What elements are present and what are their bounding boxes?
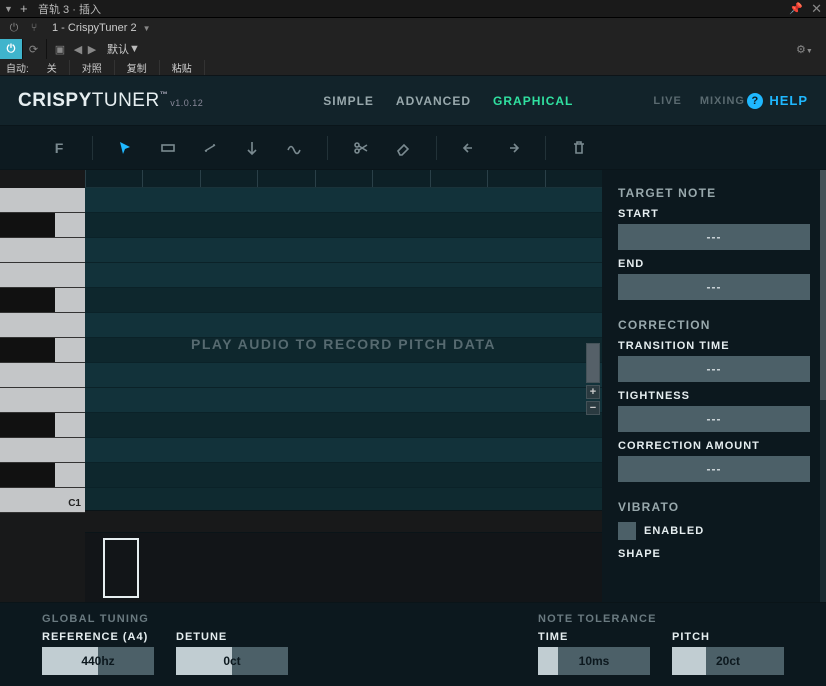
label-time: TIME <box>538 631 650 643</box>
preset-slot-select[interactable]: 1 - CrispyTuner 2 <box>52 22 137 34</box>
label-tightness: TIGHTNESS <box>618 390 810 402</box>
note-filter-button[interactable]: F <box>50 139 68 157</box>
host-window-title: 音轨 3 · 插入 <box>38 1 789 17</box>
label-detune: DETUNE <box>176 631 288 643</box>
pin-icon[interactable]: 📌 <box>789 2 803 15</box>
undo-icon[interactable] <box>461 139 479 157</box>
pitch-grid[interactable]: PLAY AUDIO TO RECORD PITCH DATA + − <box>85 188 602 510</box>
grid-placeholder: PLAY AUDIO TO RECORD PITCH DATA <box>85 336 602 352</box>
preset-name[interactable]: 默认 <box>107 41 129 57</box>
help-label: HELP <box>769 93 808 108</box>
label-amount: CORRECTION AMOUNT <box>618 440 810 452</box>
value-amount[interactable]: --- <box>618 456 810 482</box>
chevron-down-icon[interactable]: ▼ <box>143 24 151 33</box>
tab-graphical[interactable]: GRAPHICAL <box>493 94 573 108</box>
auto-off-button[interactable]: 关 <box>35 60 70 75</box>
preset-dropdown-icon[interactable]: ▼ <box>129 43 140 55</box>
plugin-bypass-button[interactable]: ⟳ <box>22 39 44 59</box>
label-enabled: ENABLED <box>644 525 704 537</box>
scissors-icon[interactable] <box>352 139 370 157</box>
host-menu-icon[interactable]: ▼ <box>4 4 14 14</box>
pointer-tool-icon[interactable] <box>117 139 135 157</box>
auto-label: 自动: <box>0 60 35 75</box>
side-scrollbar[interactable] <box>820 170 826 602</box>
next-preset-icon[interactable]: ▶ <box>85 43 99 56</box>
value-tightness[interactable]: --- <box>618 406 810 432</box>
section-target-note: TARGET NOTE <box>618 186 810 200</box>
tab-advanced[interactable]: ADVANCED <box>396 94 471 108</box>
copy-button[interactable]: 复制 <box>115 60 160 75</box>
tab-simple[interactable]: SIMPLE <box>323 94 374 108</box>
vibrato-enabled-checkbox[interactable] <box>618 522 636 540</box>
section-global-tuning: GLOBAL TUNING <box>42 613 288 625</box>
redo-icon[interactable] <box>503 139 521 157</box>
label-shape: SHAPE <box>618 548 810 560</box>
time-slider[interactable]: 10ms <box>538 647 650 675</box>
eraser-icon[interactable] <box>394 139 412 157</box>
overview-panel[interactable] <box>85 532 602 602</box>
paste-button[interactable]: 粘贴 <box>160 60 205 75</box>
compare-button[interactable]: 对照 <box>70 60 115 75</box>
detune-slider[interactable]: 0ct <box>176 647 288 675</box>
section-vibrato: VIBRATO <box>618 500 810 514</box>
label-transition: TRANSITION TIME <box>618 340 810 352</box>
vscroll-thumb[interactable] <box>586 343 600 383</box>
note-label-c1: C1 <box>68 498 81 509</box>
piano-keyboard[interactable]: C1 <box>0 170 85 602</box>
timeline-ruler[interactable] <box>85 170 602 188</box>
zoom-out-button[interactable]: − <box>586 401 600 415</box>
section-note-tolerance: NOTE TOLERANCE <box>538 613 784 625</box>
trash-icon[interactable] <box>570 139 588 157</box>
value-end[interactable]: --- <box>618 274 810 300</box>
rectangle-tool-icon[interactable] <box>159 139 177 157</box>
value-transition[interactable]: --- <box>618 356 810 382</box>
reference-slider[interactable]: 440hz <box>42 647 154 675</box>
help-button[interactable]: ? HELP <box>747 93 808 109</box>
label-start: START <box>618 208 810 220</box>
section-correction: CORRECTION <box>618 318 810 332</box>
horizontal-scrollbar[interactable] <box>85 510 602 532</box>
tab-live[interactable]: LIVE <box>653 95 681 107</box>
pitch-slider[interactable]: 20ct <box>672 647 784 675</box>
value-start[interactable]: --- <box>618 224 810 250</box>
prev-preset-icon[interactable]: ◀ <box>71 43 85 56</box>
zoom-in-button[interactable]: + <box>586 385 600 399</box>
power-small-icon[interactable]: ⏻ <box>4 20 24 36</box>
anchor-tool-icon[interactable] <box>243 139 261 157</box>
folder-icon[interactable]: ▣ <box>49 43 71 56</box>
host-add-icon[interactable]: + <box>20 1 30 16</box>
curve-tool-icon[interactable] <box>285 139 303 157</box>
overview-viewport[interactable] <box>103 538 139 598</box>
close-icon[interactable]: ✕ <box>811 1 822 17</box>
plugin-logo: CRISPYTUNER™v1.0.12 <box>18 90 203 112</box>
routing-icon[interactable]: ⑂ <box>24 20 44 36</box>
gear-icon[interactable]: ⚙▼ <box>796 43 820 56</box>
label-reference: REFERENCE (A4) <box>42 631 154 643</box>
skew-tool-icon[interactable] <box>201 139 219 157</box>
label-end: END <box>618 258 810 270</box>
help-icon: ? <box>747 93 763 109</box>
plugin-power-button[interactable]: ⏻ <box>0 39 22 59</box>
tab-mixing[interactable]: MIXING <box>700 95 745 107</box>
label-pitch: PITCH <box>672 631 784 643</box>
